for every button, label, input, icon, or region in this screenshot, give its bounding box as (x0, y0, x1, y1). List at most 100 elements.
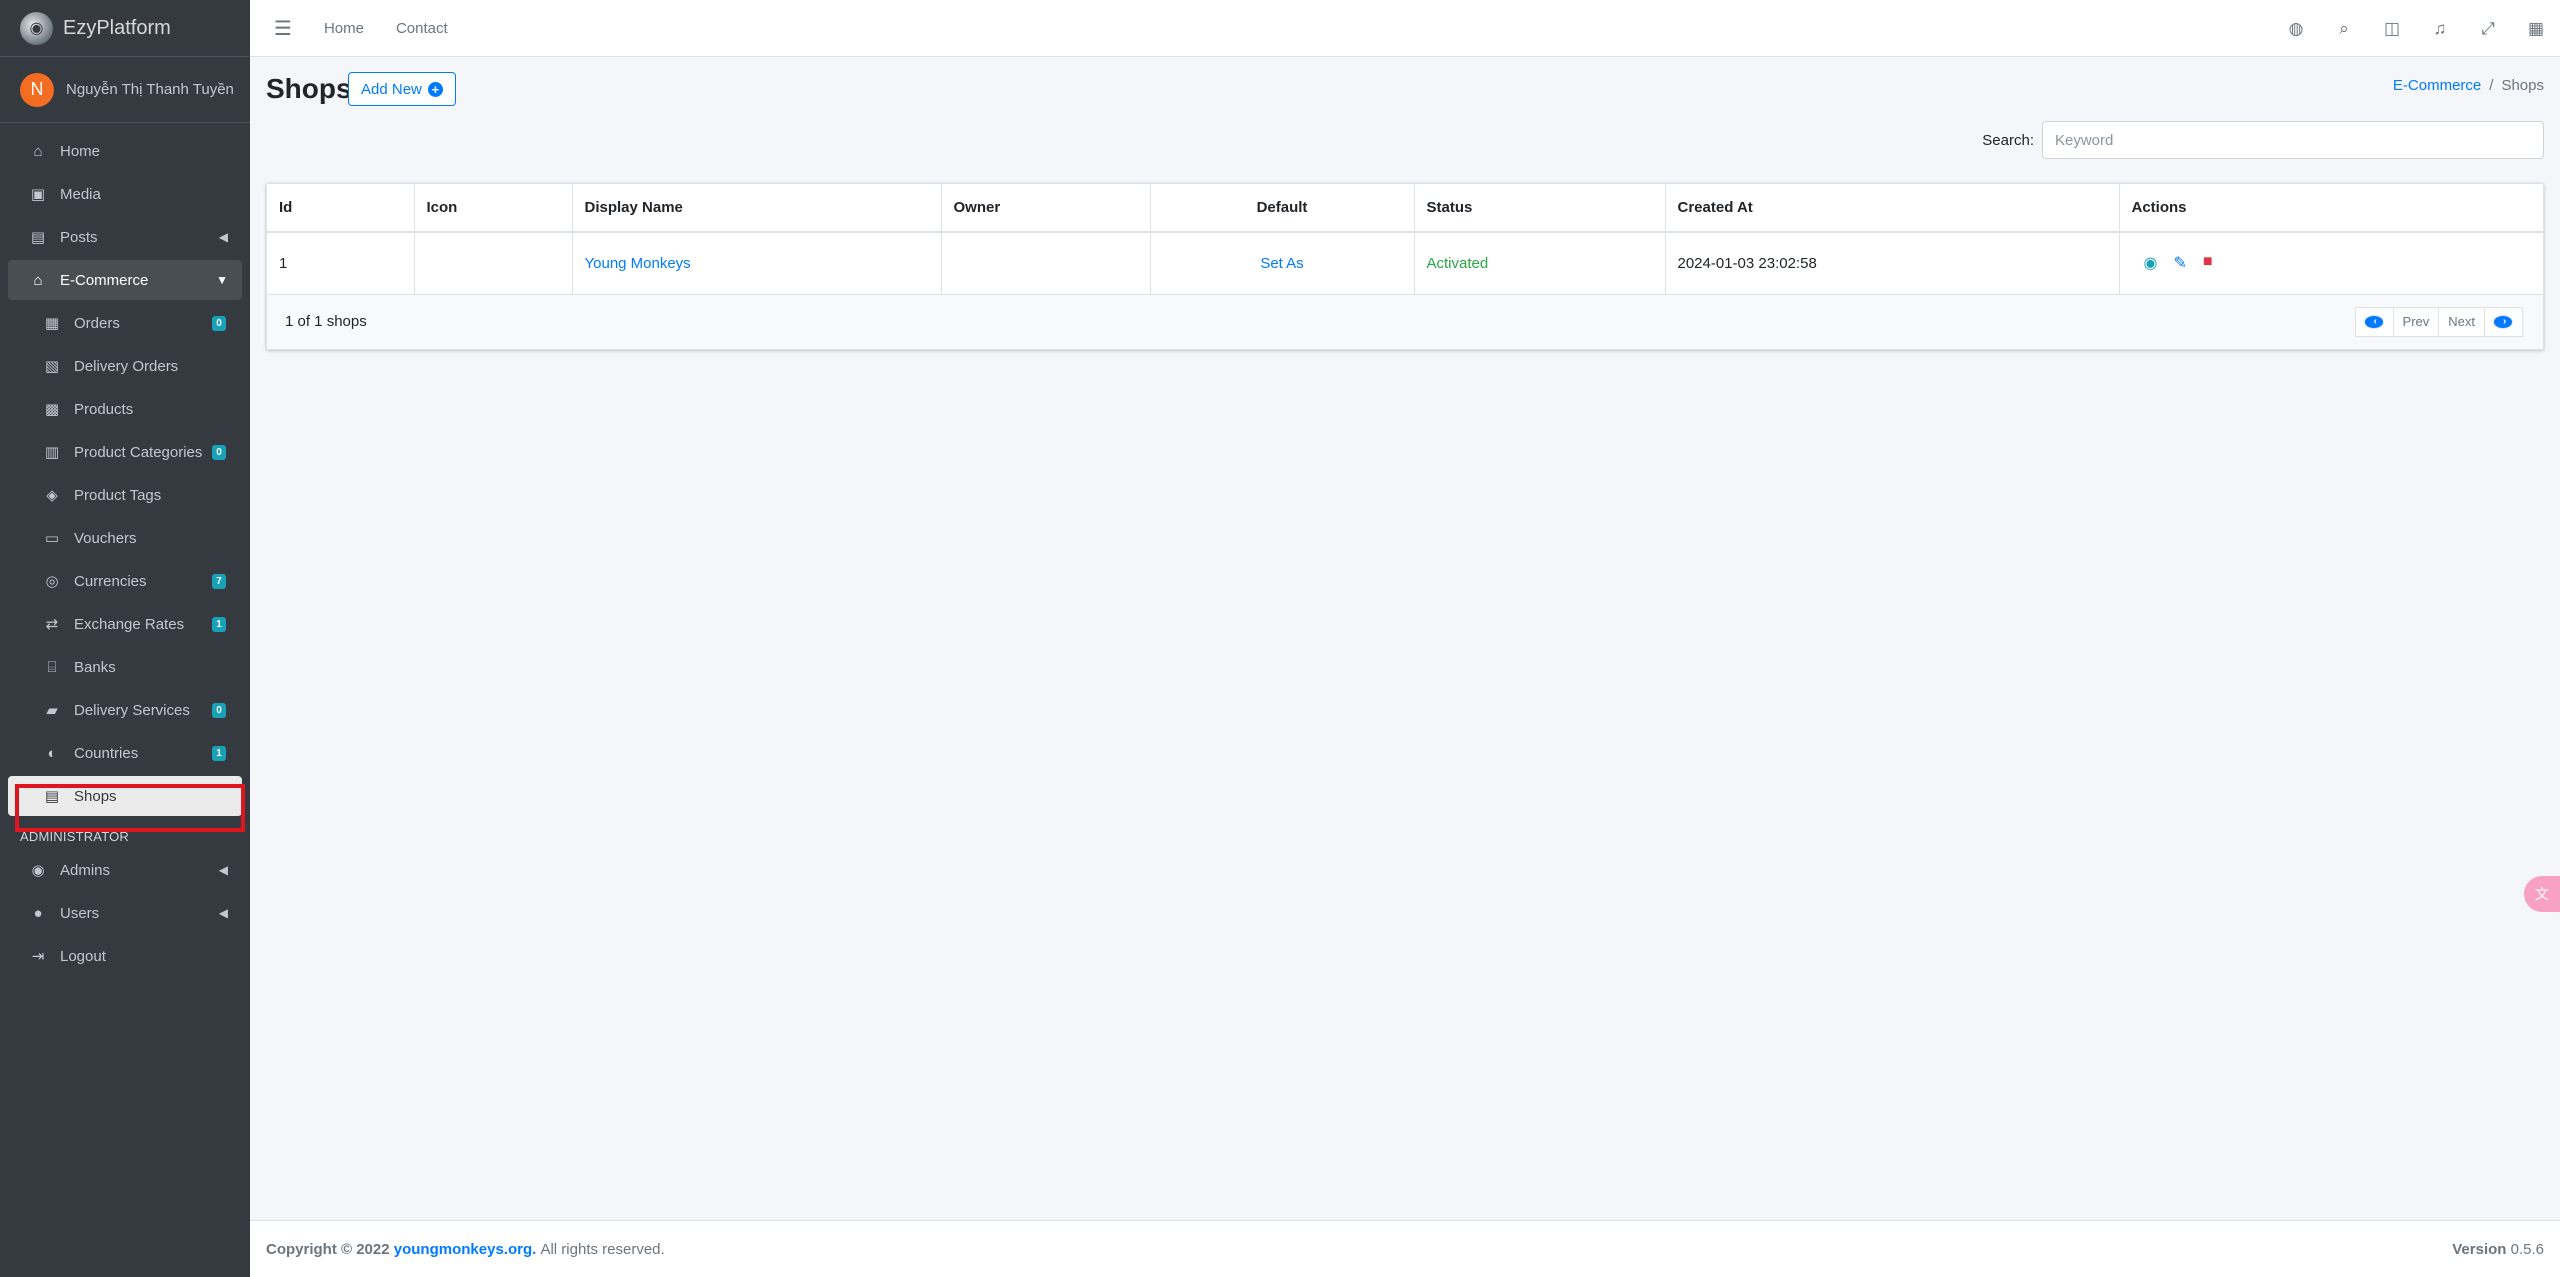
top-link-contact[interactable]: Contact (396, 20, 448, 37)
chevron-left-icon: ◀ (218, 230, 228, 244)
last-page-button[interactable]: › (2484, 306, 2523, 337)
cell-actions: ◉ ✎ ■ (2119, 232, 2543, 295)
fullscreen-icon[interactable]: ⤢ (2464, 19, 2512, 39)
topbar-icons: ◍ ⌕ ◫ ♫ ⤢ ▦ (2272, 0, 2560, 57)
sidebar-item-logout[interactable]: ⇥ Logout (8, 936, 242, 976)
cell-display-name: Young Monkeys (572, 232, 942, 295)
sidebar-item-label: Product Categories (74, 443, 203, 461)
basket-icon: ⌂ (33, 271, 43, 289)
col-created-at[interactable]: Created At (1665, 184, 2120, 233)
sidebar-item-currencies[interactable]: ◎ Currencies 7 (8, 561, 242, 601)
count-badge: 7 (212, 573, 226, 589)
sidebar-item-countries[interactable]: ◐ Countries 1 (8, 733, 242, 773)
coins-icon: ◎ (45, 573, 59, 590)
arrow-right-circle-icon: › (2493, 314, 2513, 329)
footer-site-link[interactable]: youngmonkeys.org. (394, 1241, 537, 1258)
sidebar-item-users[interactable]: ● Users ◀ (8, 893, 242, 933)
sidebar-item-label: Users (60, 904, 100, 922)
sidebar-item-banks[interactable]: ⌸ Banks (8, 647, 242, 687)
sidebar-item-vouchers[interactable]: ▭ Vouchers (8, 518, 242, 558)
main-content: Shops Add New + E-Commerce / Shops Search:… (250, 57, 2560, 1220)
trash-icon[interactable]: ■ (2203, 253, 2213, 273)
sidebar-item-label: Logout (60, 947, 106, 965)
set-as-default-link[interactable]: Set As (1260, 255, 1303, 272)
logout-icon: ⇥ (31, 948, 45, 965)
col-display-name[interactable]: Display Name (572, 184, 942, 233)
edit-icon[interactable]: ✎ (2173, 253, 2186, 273)
user-panel[interactable]: N Nguyễn Thị Thanh Tuyền (0, 57, 250, 123)
sidebar-item-orders[interactable]: ▦ Orders 0 (8, 303, 242, 343)
ticket-icon: ▭ (44, 530, 60, 547)
brand-name: EzyPlatform (63, 16, 171, 39)
brand[interactable]: ◉ EzyPlatform (0, 0, 250, 57)
messages-icon[interactable]: ◫ (2368, 19, 2416, 39)
sidebar-item-label: Delivery Services (74, 701, 190, 719)
shops-table: Id Icon Display Name Owner Default Statu… (267, 184, 2543, 295)
cell-id: 1 (267, 232, 415, 295)
add-new-button[interactable]: Add New + (348, 72, 456, 106)
sidebar-item-label: Media (60, 185, 101, 203)
sidebar-item-media[interactable]: ▣ Media (8, 174, 242, 214)
users-icon: ● (33, 904, 43, 922)
col-icon[interactable]: Icon (414, 184, 573, 233)
breadcrumb-ecommerce[interactable]: E-Commerce (2393, 77, 2481, 94)
bell-icon[interactable]: ♫ (2416, 19, 2464, 39)
apps-grid-icon[interactable]: ▦ (2512, 19, 2560, 39)
nav-header-administrator: ADMINISTRATOR (20, 829, 130, 844)
avatar: N (20, 72, 54, 107)
view-eye-icon[interactable]: ◉ (2144, 253, 2158, 273)
sidebar-item-admins[interactable]: ◉ Admins ◀ (8, 850, 242, 890)
col-owner[interactable]: Owner (941, 184, 1151, 233)
search-input[interactable] (2042, 121, 2544, 159)
user-circle-icon: ◉ (31, 862, 45, 879)
sidebar-item-shops[interactable]: ▤ Shops (8, 776, 242, 816)
col-status[interactable]: Status (1414, 184, 1666, 233)
first-page-button[interactable]: ‹ (2354, 306, 2394, 337)
count-badge: 1 (212, 745, 226, 761)
cell-created-at: 2024-01-03 23:02:58 (1665, 232, 2120, 295)
prev-page-button[interactable]: Prev (2392, 306, 2440, 337)
sidebar-item-ecommerce[interactable]: ⌂ E-Commerce ▼ (8, 260, 242, 300)
user-name[interactable]: Nguyễn Thị Thanh Tuyền (66, 81, 234, 98)
search-icon[interactable]: ⌕ (2320, 19, 2368, 39)
sidebar-item-exchange-rates[interactable]: ⇄ Exchange Rates 1 (8, 604, 242, 644)
sidebar-item-products[interactable]: ▩ Products (8, 389, 242, 429)
translate-float-icon[interactable]: 文 (2524, 876, 2560, 912)
cell-status: Activated (1414, 232, 1666, 295)
next-page-button[interactable]: Next (2438, 306, 2485, 337)
sidebar-item-home[interactable]: ⌂ Home (8, 131, 242, 171)
version-number: 0.5.6 (2510, 1240, 2544, 1258)
exchange-icon: ⇄ (45, 616, 59, 633)
clipboard-icon: ▥ (44, 444, 60, 461)
sidebar-item-product-categories[interactable]: ▥ Product Categories 0 (8, 432, 242, 472)
count-badge: 0 (212, 315, 226, 331)
search-row: Search: (1982, 121, 2544, 159)
col-default[interactable]: Default (1150, 184, 1415, 233)
table-row: 1 Young Monkeys Set As Activated 2024-01… (267, 232, 2543, 295)
topbar: ☰ Home Contact ◍ ⌕ ◫ ♫ ⤢ ▦ (250, 0, 2560, 57)
status-text: Activated (1426, 254, 1489, 272)
col-actions: Actions (2119, 184, 2543, 233)
sidebar-item-delivery-services[interactable]: ▰ Delivery Services 0 (8, 690, 242, 730)
count-badge: 0 (212, 702, 226, 718)
sidebar-item-posts[interactable]: ▤ Posts ◀ (8, 217, 242, 257)
brand-logo-icon: ◉ (20, 11, 53, 45)
top-link-home[interactable]: Home (324, 20, 364, 37)
menu-toggle-icon[interactable]: ☰ (274, 16, 292, 41)
sidebar-item-label: E-Commerce (60, 271, 149, 289)
shop-name-link[interactable]: Young Monkeys (585, 255, 691, 272)
store-icon: ▤ (44, 788, 60, 805)
globe-icon[interactable]: ◍ (2272, 19, 2320, 39)
chevron-down-icon: ▼ (216, 273, 228, 287)
truck-icon: ▰ (46, 702, 58, 719)
col-id[interactable]: Id (267, 184, 415, 233)
home-icon: ⌂ (33, 142, 43, 160)
sidebar-item-product-tags[interactable]: ◈ Product Tags (8, 475, 242, 515)
chevron-left-icon: ◀ (218, 863, 228, 877)
sidebar-item-delivery-orders[interactable]: ▧ Delivery Orders (8, 346, 242, 386)
sidebar-item-label: Product Tags (74, 486, 162, 504)
footer-copyright: Copyright © 2022 (266, 1240, 390, 1258)
count-badge: 0 (212, 444, 226, 460)
arrow-left-circle-icon: ‹ (2363, 314, 2384, 329)
sidebar-nav: ⌂ Home ▣ Media ▤ Posts ◀ ⌂ E-Commerce ▼ … (0, 123, 250, 976)
